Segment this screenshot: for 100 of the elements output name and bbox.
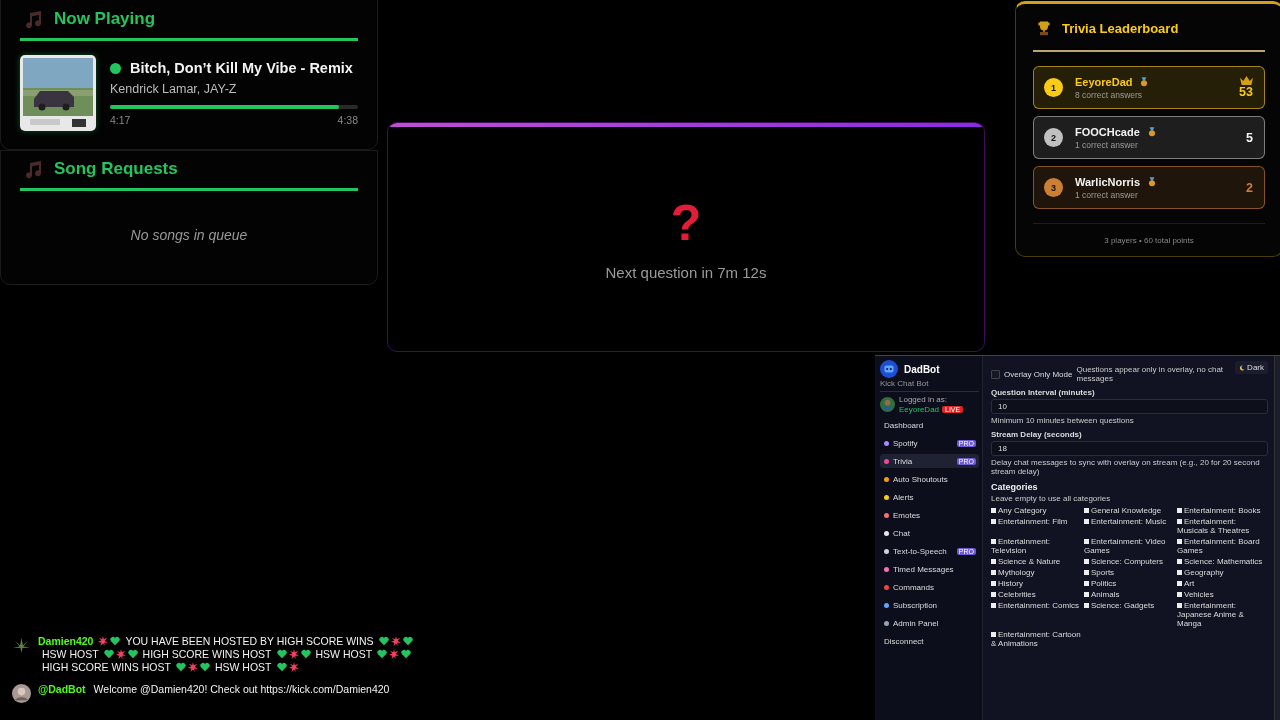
checkbox[interactable] xyxy=(1084,539,1089,544)
burst-icon xyxy=(288,649,299,659)
checkbox[interactable] xyxy=(991,592,996,597)
player-points: 5 xyxy=(1246,130,1253,145)
category-option[interactable]: Celebrities xyxy=(991,590,1082,599)
rank-badge: 1 xyxy=(1044,78,1063,97)
nav-item[interactable]: Admin Panel xyxy=(880,616,979,630)
burst-icon xyxy=(187,662,198,672)
category-option[interactable]: Mythology xyxy=(991,568,1082,577)
heart-icon xyxy=(401,649,412,659)
nav-item[interactable]: Dashboard xyxy=(880,418,979,432)
category-option[interactable]: Entertainment: Board Games xyxy=(1177,537,1268,555)
checkbox[interactable] xyxy=(1084,603,1089,608)
brand-name: DadBot xyxy=(904,363,940,375)
leaf-icon xyxy=(12,636,31,655)
chat-message: HIGH SCORE WINS HOST xyxy=(142,648,272,660)
player-name: FOOCHcade xyxy=(1075,125,1140,138)
category-option[interactable]: History xyxy=(991,579,1082,588)
dot-icon xyxy=(884,584,889,590)
nav-item[interactable]: Chat xyxy=(880,526,979,540)
category-option[interactable]: Entertainment: Cartoon & Animations xyxy=(991,630,1082,648)
category-option[interactable]: Entertainment: Comics xyxy=(991,601,1082,628)
checkbox[interactable] xyxy=(1177,508,1182,513)
checkbox[interactable] xyxy=(1084,570,1089,575)
dot-icon xyxy=(884,566,889,572)
checkbox[interactable] xyxy=(1084,581,1089,586)
category-option[interactable]: Science: Computers xyxy=(1084,557,1175,566)
field-label: Stream Delay (seconds) xyxy=(991,430,1083,439)
checkbox[interactable] xyxy=(991,570,996,575)
category-option[interactable]: Entertainment: Japanese Anime & Manga xyxy=(1177,601,1268,628)
category-option[interactable]: Science: Mathematics xyxy=(1177,557,1268,566)
chat-message: HSW HOST xyxy=(42,648,99,660)
category-option[interactable]: Politics xyxy=(1084,579,1175,588)
hint-text: Minimum 10 minutes between questions xyxy=(991,416,1135,425)
hint-text: Leave empty to use all categories xyxy=(991,494,1112,503)
chat-message: HSW HOST xyxy=(315,648,373,660)
dot-icon xyxy=(884,476,889,482)
field-label: Question Interval (minutes) xyxy=(991,388,1096,397)
nav-label: Chat xyxy=(893,528,911,538)
checkbox[interactable] xyxy=(991,559,996,564)
category-option[interactable]: General Knowledge xyxy=(1084,506,1175,515)
heart-icon xyxy=(300,649,311,659)
nav-item[interactable]: Timed Messages xyxy=(880,562,979,576)
category-option[interactable]: Any Category xyxy=(991,506,1082,515)
checkbox[interactable] xyxy=(991,581,996,586)
checkbox[interactable] xyxy=(1084,508,1089,513)
category-option[interactable]: Geography xyxy=(1177,568,1268,577)
music-note-icon xyxy=(24,9,44,29)
robot-avatar-icon xyxy=(880,360,898,378)
checkbox[interactable] xyxy=(1084,592,1089,597)
category-option[interactable]: Science & Nature xyxy=(991,557,1082,566)
checkbox[interactable] xyxy=(1177,559,1182,564)
theme-button[interactable]: Dark xyxy=(1235,361,1268,374)
chat-message: HSW HOST xyxy=(214,661,272,673)
checkbox[interactable] xyxy=(991,369,1000,379)
checkbox[interactable] xyxy=(991,632,996,637)
category-option[interactable]: Art xyxy=(1177,579,1268,588)
input-field[interactable]: 18 xyxy=(991,441,1268,456)
nav-item[interactable]: Auto Shoutouts xyxy=(880,472,979,486)
checkbox[interactable] xyxy=(1177,519,1182,524)
nav-item[interactable]: Alerts xyxy=(880,490,979,504)
checkbox[interactable] xyxy=(991,539,996,544)
nav-item[interactable]: Disconnect xyxy=(880,634,979,648)
answer-count: 1 correct answer xyxy=(1075,189,1139,200)
nav-item[interactable]: Emotes xyxy=(880,508,979,522)
burst-icon xyxy=(115,649,126,659)
heart-icon xyxy=(276,662,287,672)
burst-icon xyxy=(98,636,109,646)
checkbox[interactable] xyxy=(1177,539,1182,544)
moon-icon xyxy=(1239,364,1246,371)
checkbox[interactable] xyxy=(1177,592,1182,597)
nav-item[interactable]: Subscription xyxy=(880,598,979,612)
category-option[interactable]: Entertainment: Television xyxy=(991,537,1082,555)
checkbox[interactable] xyxy=(991,603,996,608)
medal-icon xyxy=(1148,176,1156,187)
heart-icon xyxy=(110,636,121,646)
category-option[interactable]: Sports xyxy=(1084,568,1175,577)
category-option[interactable]: Entertainment: Musicals & Theatres xyxy=(1177,517,1268,535)
checkbox[interactable] xyxy=(991,508,996,513)
category-option[interactable]: Entertainment: Books xyxy=(1177,506,1268,515)
category-option[interactable]: Entertainment: Music xyxy=(1084,517,1175,535)
category-option[interactable]: Animals xyxy=(1084,590,1175,599)
category-option[interactable]: Entertainment: Video Games xyxy=(1084,537,1175,555)
checkbox[interactable] xyxy=(1084,519,1089,524)
nav-label: Auto Shoutouts xyxy=(893,474,949,484)
dot-icon xyxy=(884,548,889,554)
checkbox[interactable] xyxy=(991,519,996,524)
nav-item[interactable]: Commands xyxy=(880,580,979,594)
category-option[interactable]: Vehicles xyxy=(1177,590,1268,599)
category-option[interactable]: Science: Gadgets xyxy=(1084,601,1175,628)
dot-icon xyxy=(884,620,889,626)
dot-icon xyxy=(884,440,889,446)
category-option[interactable]: Entertainment: Film xyxy=(991,517,1082,535)
answer-count: 8 correct answers xyxy=(1075,89,1144,100)
checkbox[interactable] xyxy=(1177,581,1182,586)
nav-label: Emotes xyxy=(893,510,922,520)
checkbox[interactable] xyxy=(1084,559,1089,564)
checkbox[interactable] xyxy=(1177,570,1182,575)
checkbox[interactable] xyxy=(1177,603,1182,608)
input-field[interactable]: 10 xyxy=(991,399,1268,414)
